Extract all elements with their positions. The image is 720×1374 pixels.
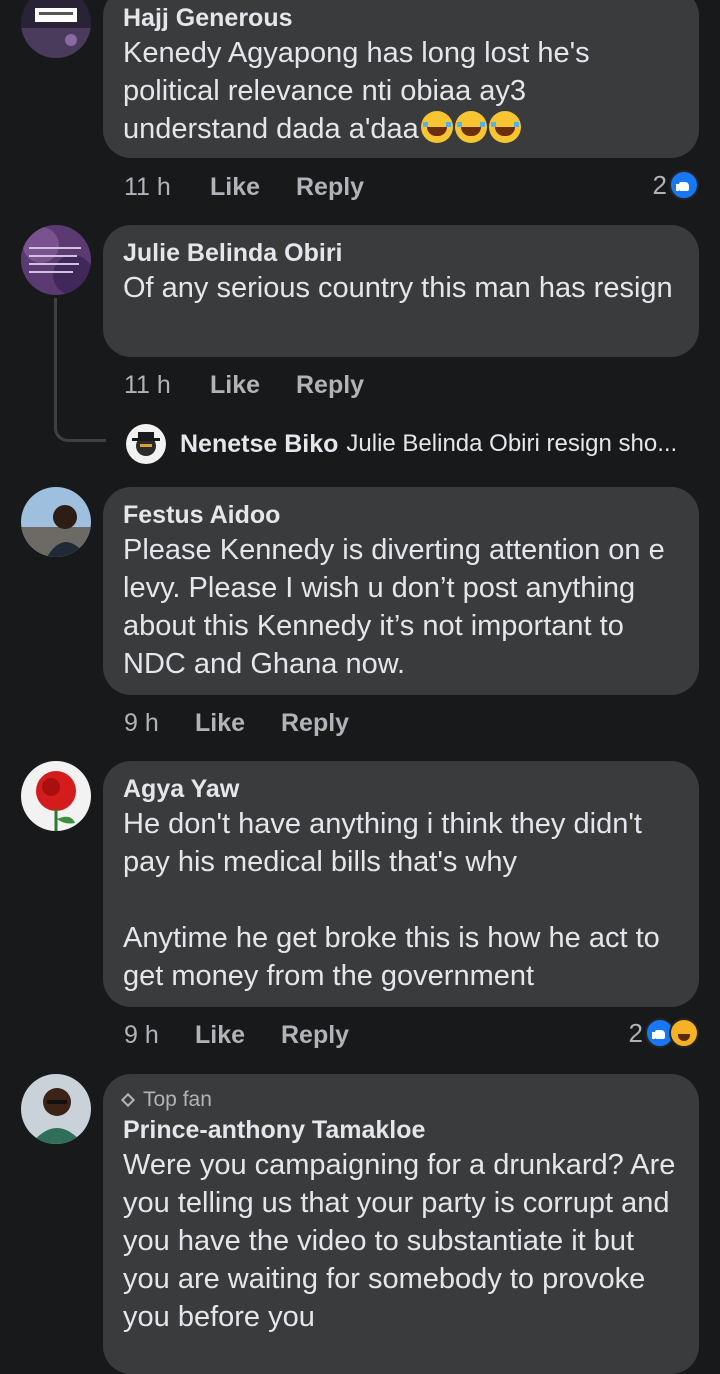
- like-icon: [669, 170, 699, 200]
- reply-button[interactable]: Reply: [281, 1018, 349, 1052]
- avatar[interactable]: [21, 0, 91, 58]
- like-button[interactable]: Like: [195, 1018, 245, 1052]
- comment-text-content: Kenedy Agyapong has long lost he's polit…: [123, 37, 598, 145]
- reply-snippet: Julie Belinda Obiri resign sho...: [346, 430, 678, 457]
- avatar[interactable]: [21, 1074, 91, 1144]
- comment-text: Were you campaigning for a drunkard? Are…: [123, 1149, 684, 1333]
- comment-time[interactable]: 11 h: [124, 368, 171, 402]
- comment-author[interactable]: Festus Aidoo: [123, 499, 679, 531]
- like-button[interactable]: Like: [210, 368, 260, 402]
- diamond-icon: [120, 1092, 136, 1108]
- comment-author[interactable]: Julie Belinda Obiri: [123, 237, 679, 269]
- reply-button[interactable]: Reply: [296, 368, 364, 402]
- comment-text: Please Kennedy is diverting attention on…: [123, 534, 673, 680]
- reaction-count: 2: [628, 1018, 643, 1048]
- reply-preview[interactable]: Nenetse Biko Julie Belinda Obiri resign …: [126, 424, 677, 464]
- tears-of-joy-emoji: [454, 111, 487, 143]
- avatar: [126, 424, 166, 464]
- comment-author[interactable]: Agya Yaw: [123, 773, 679, 805]
- reaction-count: 2: [652, 170, 667, 200]
- comment-time[interactable]: 11 h: [124, 170, 171, 204]
- comment-text: Of any serious country this man has resi…: [123, 272, 673, 304]
- comment-text: Kenedy Agyapong has long lost he's polit…: [123, 34, 679, 148]
- reply-button[interactable]: Reply: [296, 170, 364, 204]
- reaction-summary[interactable]: 2: [629, 1016, 699, 1050]
- avatar[interactable]: [21, 761, 91, 831]
- comment-text: He don't have anything i think they didn…: [123, 808, 660, 992]
- tears-of-joy-emoji: [488, 111, 521, 143]
- tears-of-joy-emoji: [420, 111, 453, 143]
- top-fan-badge: Top fan: [120, 1086, 679, 1114]
- top-fan-label: Top fan: [143, 1088, 212, 1111]
- comment-bubble: Hajj Generous Kenedy Agyapong has long l…: [103, 0, 699, 158]
- comment-time[interactable]: 9 h: [124, 1018, 159, 1052]
- reaction-summary[interactable]: 2: [653, 168, 699, 202]
- comment-bubble: Festus Aidoo Please Kennedy is diverting…: [103, 487, 699, 695]
- like-button[interactable]: Like: [195, 706, 245, 740]
- comment-time[interactable]: 9 h: [124, 706, 159, 740]
- comment-bubble: Julie Belinda Obiri Of any serious count…: [103, 225, 699, 357]
- comment-author[interactable]: Hajj Generous: [123, 2, 679, 34]
- like-button[interactable]: Like: [210, 170, 260, 204]
- comment-author[interactable]: Prince-anthony Tamakloe: [123, 1114, 679, 1146]
- comment-bubble: Agya Yaw He don't have anything i think …: [103, 761, 699, 1007]
- reply-author[interactable]: Nenetse Biko: [180, 430, 338, 459]
- comment-bubble: Top fan Prince-anthony Tamakloe Were you…: [103, 1074, 699, 1374]
- haha-icon: [669, 1018, 699, 1048]
- avatar[interactable]: [21, 225, 91, 295]
- reply-thread-line: [54, 298, 106, 442]
- avatar[interactable]: [21, 487, 91, 557]
- reply-button[interactable]: Reply: [281, 706, 349, 740]
